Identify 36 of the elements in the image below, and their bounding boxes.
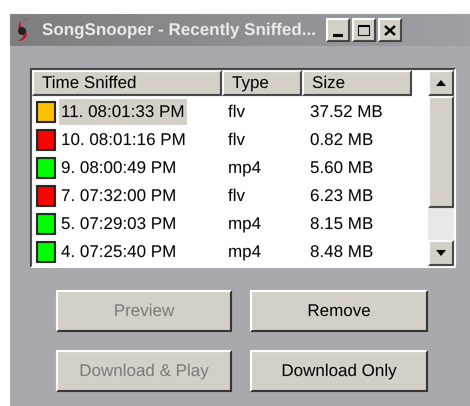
action-button[interactable]: Remove (250, 290, 428, 332)
close-button[interactable] (378, 18, 402, 42)
up-arrow-icon (436, 80, 446, 86)
table-cell-text: flv (227, 129, 246, 152)
table-cell-text: mp4 (227, 241, 262, 264)
table-cell-text: 6.23 MB (309, 185, 374, 208)
scrollbar[interactable] (428, 70, 454, 266)
table-cell-text: mp4 (227, 213, 262, 236)
table-cell-text: 0.82 MB (309, 129, 374, 152)
scroll-up-button[interactable] (428, 70, 454, 96)
table-cell[interactable]: 7. 07:32:00 PM (59, 183, 178, 209)
column-header[interactable]: Size (302, 70, 412, 96)
column-header[interactable]: Time Sniffed (32, 70, 222, 96)
maximize-icon (358, 24, 370, 36)
action-button[interactable]: Download Only (250, 350, 428, 392)
minimize-icon (332, 34, 343, 37)
table-cell-text: flv (227, 185, 246, 208)
window-title: SongSnooper - Recently Sniffed... (42, 19, 316, 42)
table-cell[interactable]: 4. 07:25:40 PM (59, 239, 178, 265)
table-cell[interactable]: 5. 07:29:03 PM (59, 211, 178, 237)
table-cell-text: 37.52 MB (309, 101, 384, 124)
scroll-thumb[interactable] (428, 96, 454, 208)
table-cell[interactable]: 10. 08:01:16 PM (59, 127, 188, 153)
table-cell-text: mp4 (227, 157, 262, 180)
table-cell-text: 5.60 MB (309, 157, 374, 180)
close-icon (384, 24, 396, 36)
scroll-down-button[interactable] (428, 240, 454, 266)
maximize-button[interactable] (352, 18, 376, 42)
column-header[interactable]: Type (222, 70, 302, 96)
table-cell[interactable]: 11. 08:01:33 PM (59, 99, 186, 125)
table-cell[interactable]: 9. 08:00:49 PM (59, 155, 178, 181)
table-cell-text: 8.48 MB (309, 241, 374, 264)
down-arrow-icon (436, 250, 446, 256)
table-cell-text: flv (227, 101, 246, 124)
table-cell-text: 8.15 MB (309, 213, 374, 236)
minimize-button[interactable] (326, 18, 350, 42)
